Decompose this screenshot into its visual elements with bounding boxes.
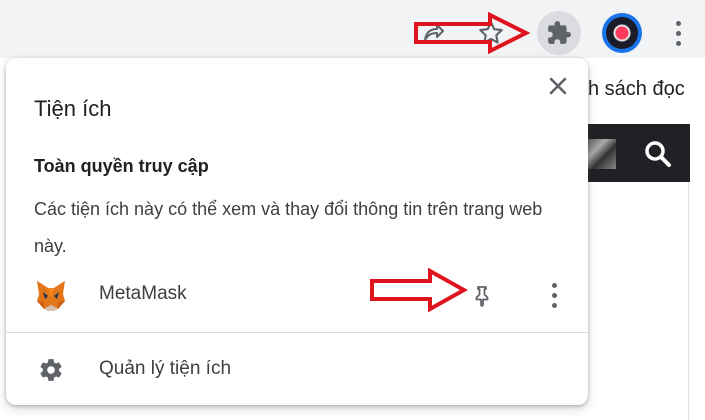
annotation-arrow-icon bbox=[412, 11, 531, 55]
full-access-description: Các tiện ích này có thể xem và thay đổi … bbox=[34, 199, 543, 256]
extension-name-metamask: MetaMask bbox=[99, 283, 187, 304]
reading-list-label[interactable]: h sách đọc bbox=[588, 78, 685, 101]
profile-avatar[interactable] bbox=[602, 13, 642, 53]
page-thumbnail-image[interactable] bbox=[586, 139, 616, 169]
extensions-popup: Tiện ích Toàn quyền truy cập Các tiện íc… bbox=[6, 58, 588, 405]
browser-toolbar bbox=[0, 0, 705, 58]
divider bbox=[6, 332, 588, 333]
browser-menu-icon[interactable] bbox=[668, 14, 688, 52]
annotation-arrow-icon bbox=[368, 267, 469, 313]
gear-icon[interactable] bbox=[38, 357, 64, 383]
puzzle-icon bbox=[548, 21, 571, 44]
avatar-image bbox=[606, 17, 638, 49]
metamask-fox-icon bbox=[34, 278, 68, 312]
extension-more-icon[interactable] bbox=[544, 280, 564, 312]
full-access-heading: Toàn quyền truy cập bbox=[34, 156, 209, 176]
search-icon[interactable] bbox=[642, 138, 674, 170]
manage-extensions-link[interactable]: Quản lý tiện ích bbox=[99, 358, 231, 380]
page-edge-line bbox=[688, 182, 689, 420]
close-icon[interactable] bbox=[546, 74, 570, 98]
extensions-puzzle-button[interactable] bbox=[537, 11, 581, 55]
pin-icon[interactable] bbox=[470, 284, 494, 308]
popup-title: Tiện ích bbox=[34, 96, 112, 121]
